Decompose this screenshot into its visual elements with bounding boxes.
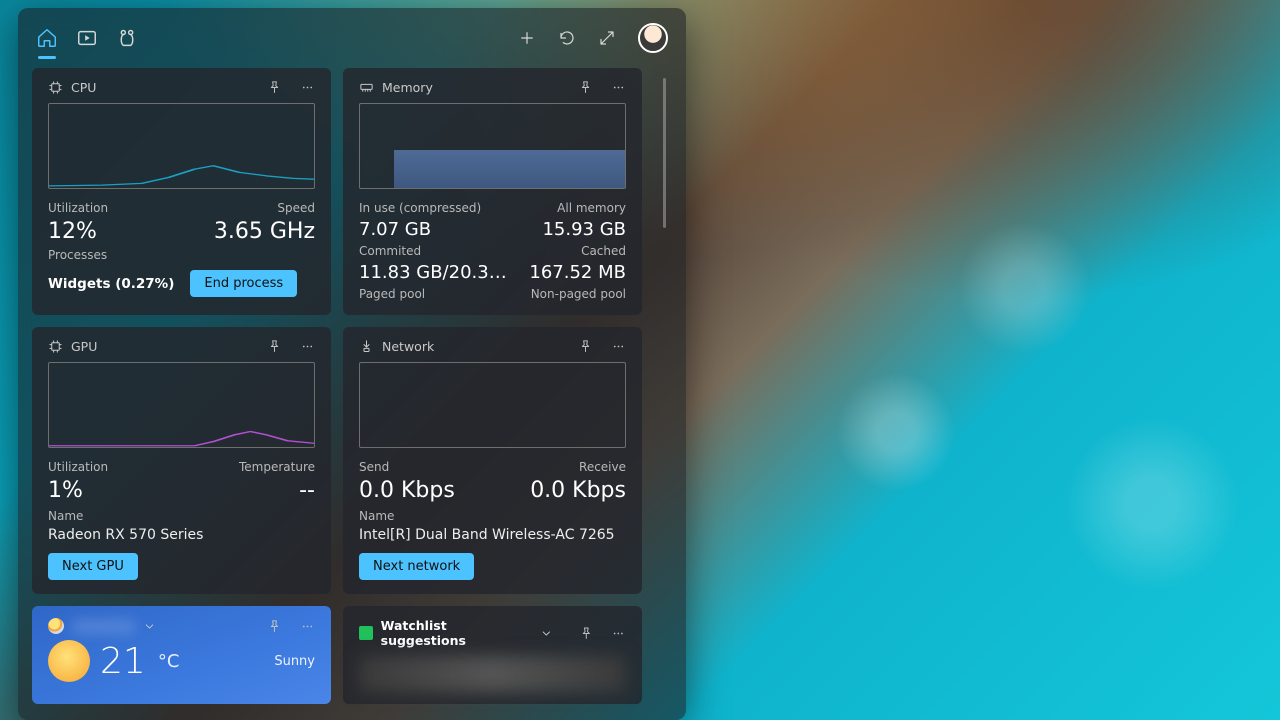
gpu-temp-label: Temperature xyxy=(239,460,315,474)
net-name-label: Name xyxy=(359,509,626,523)
weather-provider-icon xyxy=(48,618,64,634)
mem-committed-value: 11.83 GB/20.3… xyxy=(359,262,507,283)
mem-committed-label: Commited xyxy=(359,244,507,258)
cpu-util-value: 12% xyxy=(48,219,108,244)
memory-title: Memory xyxy=(382,80,433,95)
memory-chart xyxy=(359,103,626,189)
cpu-widget: CPU Utilization 12% Processes Speed xyxy=(32,68,331,315)
cpu-icon xyxy=(48,80,63,95)
watchlist-widget[interactable]: Watchlist suggestions xyxy=(343,606,642,704)
pin-icon[interactable] xyxy=(267,339,282,354)
add-widget-icon[interactable] xyxy=(518,29,536,47)
expand-icon[interactable] xyxy=(598,29,616,47)
net-send-label: Send xyxy=(359,460,455,474)
cpu-title: CPU xyxy=(71,80,96,95)
more-icon[interactable] xyxy=(300,339,315,354)
more-icon[interactable] xyxy=(611,626,626,641)
net-send-value: 0.0 Kbps xyxy=(359,478,455,503)
sun-icon xyxy=(48,640,90,682)
more-icon[interactable] xyxy=(300,619,315,634)
end-process-button[interactable]: End process xyxy=(190,270,297,297)
mem-all-label: All memory xyxy=(557,201,626,215)
mem-cached-value: 167.52 MB xyxy=(529,262,626,283)
stocks-icon xyxy=(359,626,373,640)
games-tab-icon[interactable] xyxy=(116,27,138,49)
scrollbar[interactable] xyxy=(663,78,666,228)
network-chart xyxy=(359,362,626,448)
chevron-down-icon[interactable] xyxy=(540,627,553,640)
more-icon[interactable] xyxy=(300,80,315,95)
net-name-value: Intel[R] Dual Band Wireless-AC 7265 xyxy=(359,527,626,543)
next-gpu-button[interactable]: Next GPU xyxy=(48,553,138,580)
gpu-icon xyxy=(48,339,63,354)
user-avatar[interactable] xyxy=(638,23,668,53)
mem-paged-label: Paged pool xyxy=(359,287,507,301)
gpu-name-label: Name xyxy=(48,509,315,523)
weather-location: XXXXXX xyxy=(72,619,135,634)
network-title: Network xyxy=(382,339,434,354)
gpu-util-value: 1% xyxy=(48,478,108,503)
cpu-util-label: Utilization xyxy=(48,201,108,215)
network-widget: Network Send 0.0 Kbps Receive 0.0 Kbps xyxy=(343,327,642,594)
pin-icon[interactable] xyxy=(267,80,282,95)
memory-icon xyxy=(359,80,374,95)
refresh-icon[interactable] xyxy=(558,29,576,47)
cpu-proc-label: Processes xyxy=(48,248,108,262)
home-tab-icon[interactable] xyxy=(36,27,58,49)
next-network-button[interactable]: Next network xyxy=(359,553,474,580)
mem-cached-label: Cached xyxy=(581,244,626,258)
cpu-top-process: Widgets (0.27%) xyxy=(48,276,174,292)
pin-icon[interactable] xyxy=(579,626,594,641)
cpu-chart xyxy=(48,103,315,189)
mem-all-value: 15.93 GB xyxy=(542,219,626,240)
net-recv-value: 0.0 Kbps xyxy=(530,478,626,503)
gpu-name-value: Radeon RX 570 Series xyxy=(48,527,315,543)
cpu-speed-value: 3.65 GHz xyxy=(214,219,315,244)
mem-nonpaged-label: Non-paged pool xyxy=(531,287,626,301)
gpu-title: GPU xyxy=(71,339,97,354)
more-icon[interactable] xyxy=(611,339,626,354)
mem-inuse-label: In use (compressed) xyxy=(359,201,507,215)
more-icon[interactable] xyxy=(611,80,626,95)
cpu-speed-label: Speed xyxy=(277,201,315,215)
pin-icon[interactable] xyxy=(578,80,593,95)
gpu-chart xyxy=(48,362,315,448)
weather-condition: Sunny xyxy=(274,654,315,669)
weather-temp: 21 xyxy=(100,641,146,682)
weather-widget[interactable]: XXXXXX 21 °C Sunny xyxy=(32,606,331,704)
network-icon xyxy=(359,339,374,354)
entertainment-tab-icon[interactable] xyxy=(76,27,98,49)
gpu-widget: GPU Utilization 1% Temperature -- xyxy=(32,327,331,594)
gpu-util-label: Utilization xyxy=(48,460,108,474)
mem-inuse-value: 7.07 GB xyxy=(359,219,507,240)
gpu-temp-value: -- xyxy=(299,478,315,503)
pin-icon[interactable] xyxy=(267,619,282,634)
chevron-down-icon[interactable] xyxy=(143,620,156,633)
weather-unit: °C xyxy=(158,651,180,672)
net-recv-label: Receive xyxy=(579,460,626,474)
memory-widget: Memory In use (compressed) 7.07 GB Commi… xyxy=(343,68,642,315)
pin-icon[interactable] xyxy=(578,339,593,354)
widgets-panel: CPU Utilization 12% Processes Speed xyxy=(18,8,686,720)
watchlist-title: Watchlist suggestions xyxy=(381,618,533,648)
widgets-topbar xyxy=(18,8,686,68)
watchlist-content xyxy=(359,656,626,692)
